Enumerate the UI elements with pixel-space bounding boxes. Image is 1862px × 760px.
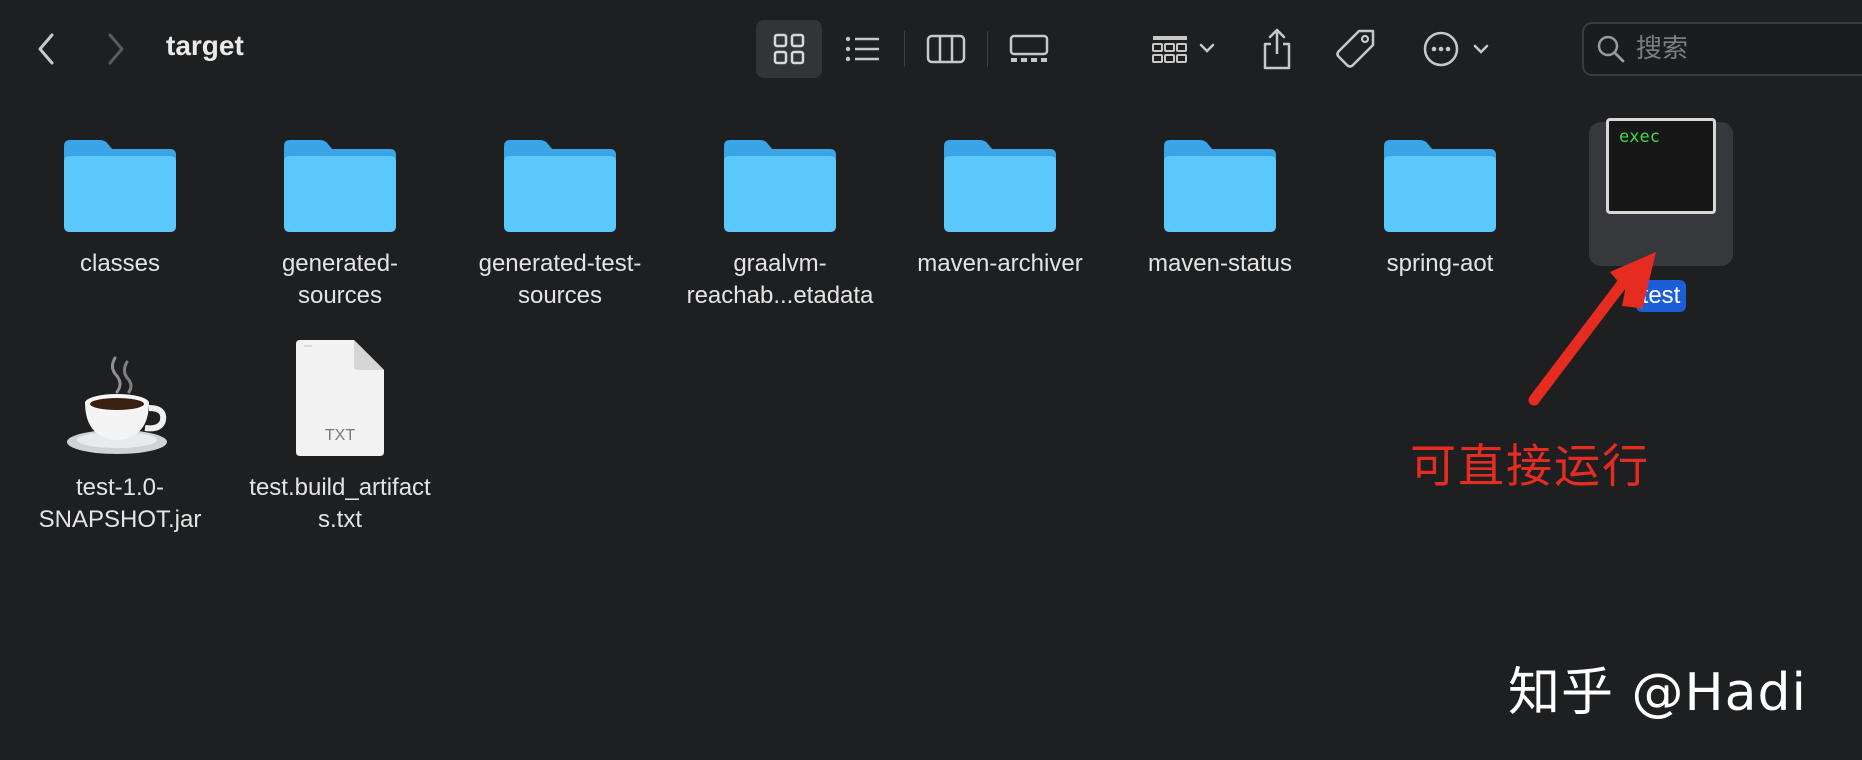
forward-button[interactable] <box>96 28 136 70</box>
terminal-exec-icon: exec <box>1606 118 1716 214</box>
more-icon <box>1423 31 1489 67</box>
search-input[interactable] <box>1634 33 1838 65</box>
search-icon <box>1597 35 1625 63</box>
list-view-button[interactable] <box>830 20 896 78</box>
watermark: 知乎 @Hadi <box>1508 663 1807 723</box>
folder-icon <box>1384 140 1496 232</box>
item-label: graalvm- reachab...etadata <box>686 250 874 309</box>
divider <box>987 31 988 67</box>
icon-view-button[interactable] <box>756 20 822 78</box>
item-label: test-1.0- SNAPSHOT.jar <box>38 474 202 533</box>
list-view-icon <box>845 36 879 62</box>
annotation-text: 可直接运行 <box>1410 439 1650 493</box>
java-cup-icon <box>67 356 167 454</box>
annotation-arrow <box>1528 252 1656 406</box>
item-label: generated- sources <box>281 250 399 309</box>
item-label: maven-status <box>1147 250 1293 277</box>
window-title: target <box>166 30 244 61</box>
folder-icon <box>724 140 836 232</box>
exec-icon-text: exec <box>1619 127 1660 147</box>
chevron-left-icon <box>38 33 54 65</box>
group-icon <box>1152 36 1215 63</box>
folder-item[interactable]: maven-archiver <box>900 94 1100 280</box>
back-button[interactable] <box>26 28 66 70</box>
item-label: generated-test- sources <box>478 250 642 309</box>
item-label: classes <box>79 250 161 277</box>
jar-item[interactable]: test-1.0- SNAPSHOT.jar <box>20 318 220 536</box>
folder-item[interactable]: classes <box>20 94 220 280</box>
folder-icon <box>1164 140 1276 232</box>
folder-item[interactable]: maven-status <box>1120 94 1320 280</box>
share-icon <box>1263 28 1291 70</box>
chevron-right-icon <box>108 33 124 65</box>
column-view-icon <box>926 34 966 64</box>
txt-icon-text: TXT <box>325 427 355 444</box>
toolbar: target <box>0 0 1862 100</box>
folder-item[interactable]: spring-aot <box>1340 94 1540 280</box>
view-switcher <box>756 20 1070 78</box>
finder-window: target 搜索 classes generated- sources gen… <box>0 0 1862 760</box>
folder-icon <box>64 140 176 232</box>
gallery-view-icon <box>1009 34 1049 62</box>
group-button[interactable] <box>1146 24 1222 74</box>
share-button[interactable] <box>1254 24 1300 74</box>
folder-item[interactable]: graalvm- reachab...etadata <box>680 94 880 312</box>
item-label: spring-aot <box>1386 250 1494 277</box>
text-file-icon: TXT <box>296 340 384 456</box>
folder-icon <box>944 140 1056 232</box>
folder-item[interactable]: generated- sources <box>240 94 440 312</box>
column-view-button[interactable] <box>913 20 979 78</box>
txt-item[interactable]: TXT test.build_artifact s.txt <box>240 318 440 536</box>
icon-view-icon <box>773 33 805 65</box>
divider <box>904 31 905 67</box>
tag-button[interactable] <box>1332 24 1380 74</box>
folder-icon <box>284 140 396 232</box>
item-label: maven-archiver <box>917 250 1083 277</box>
item-label: test.build_artifact s.txt <box>249 474 431 533</box>
tag-icon <box>1336 29 1375 68</box>
folder-item[interactable]: generated-test- sources <box>460 94 660 312</box>
folder-icon <box>504 140 616 232</box>
gallery-view-button[interactable] <box>996 20 1062 78</box>
more-button[interactable] <box>1420 24 1494 74</box>
search-field[interactable] <box>1582 22 1862 76</box>
